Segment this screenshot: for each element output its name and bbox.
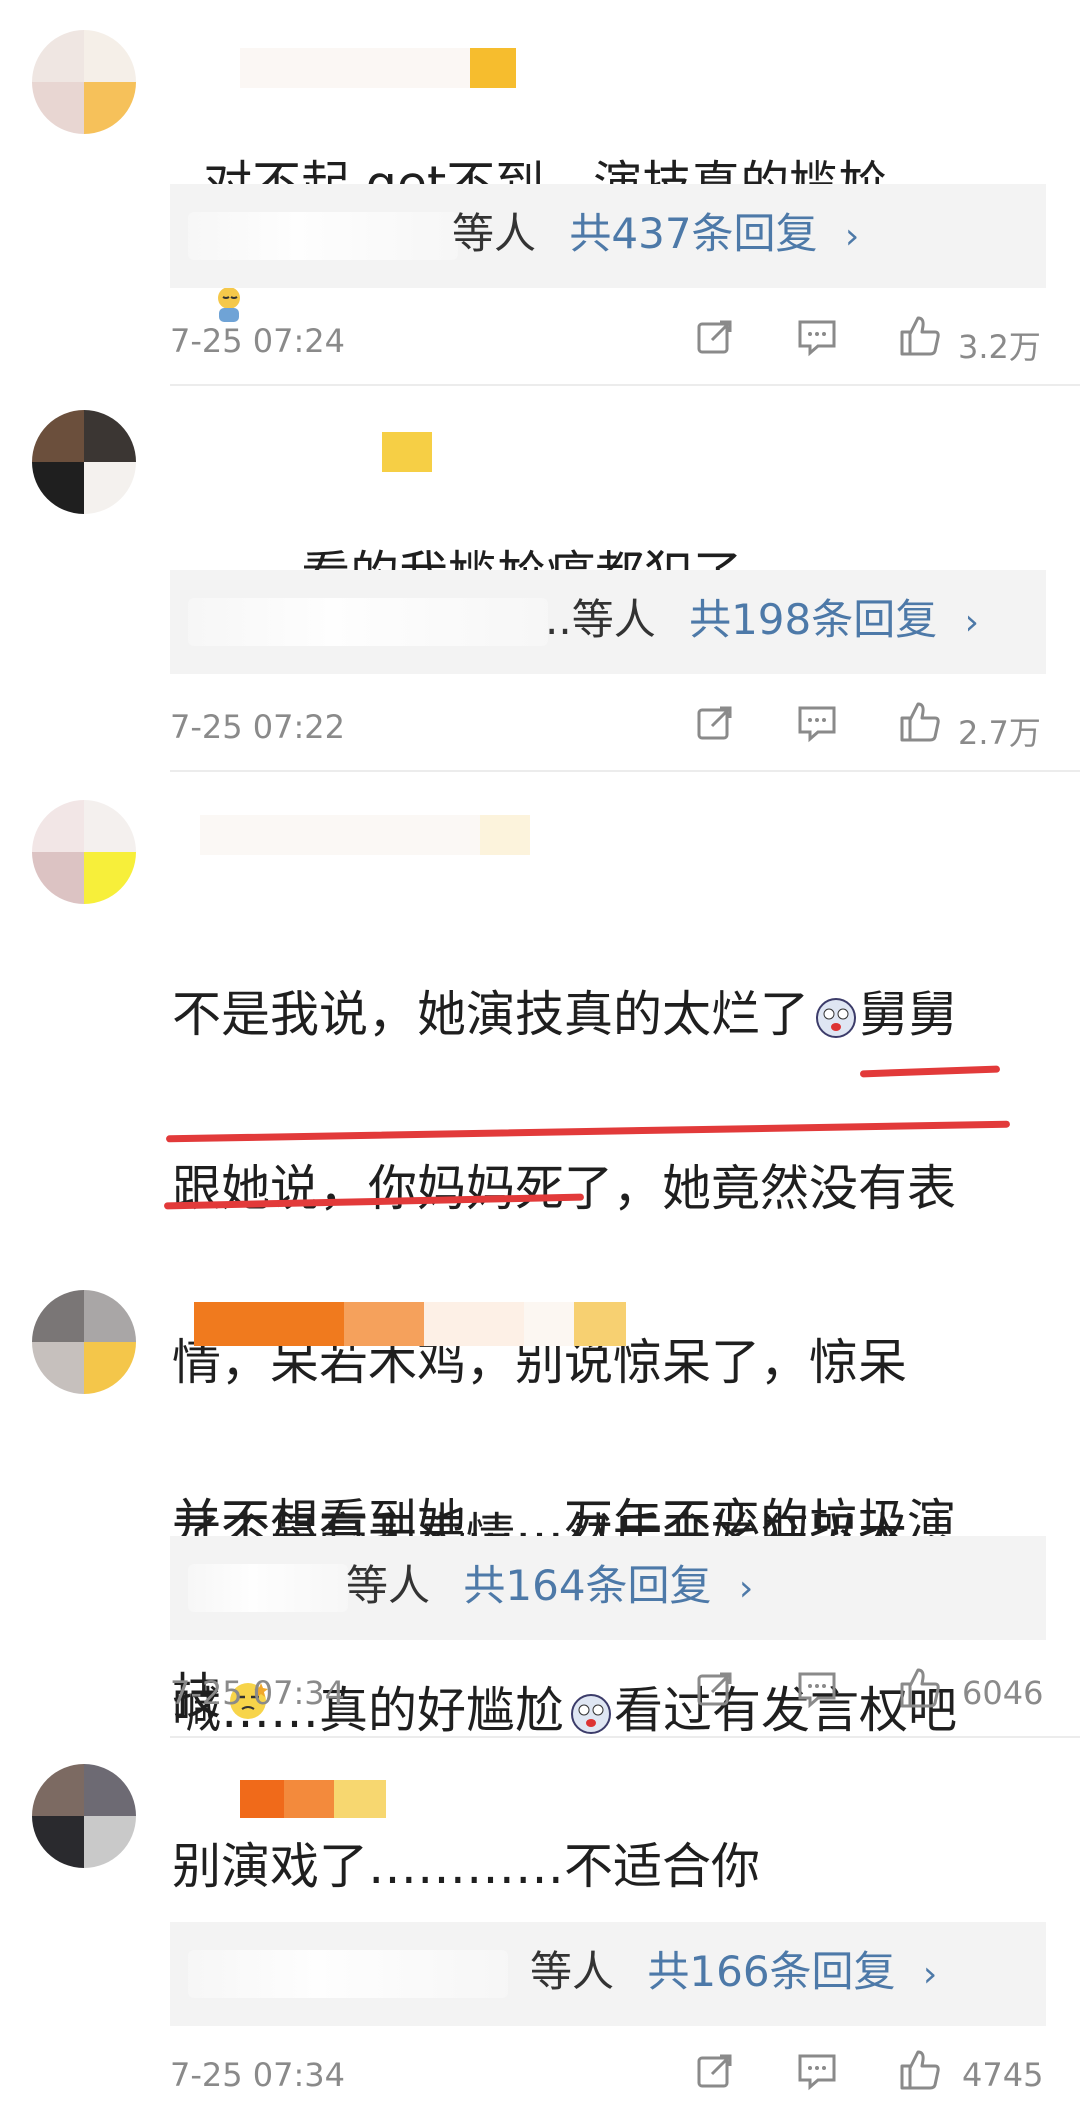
reply-users: 等人: [530, 1947, 615, 1996]
username-blurred[interactable]: [194, 1302, 626, 1346]
like-count: 4745: [962, 2056, 1044, 2094]
reply-count-link[interactable]: 共198条回复: [689, 595, 937, 644]
reply-preview[interactable]: ..等人 共198条回复 ›: [170, 570, 1046, 674]
reply-preview[interactable]: 等人 共164条回复 ›: [170, 1536, 1046, 1640]
like-icon[interactable]: [898, 314, 942, 358]
sleeping-emoji-icon: [218, 286, 241, 322]
comment-time: 7-25 07:24: [170, 322, 346, 360]
reply-preview[interactable]: 等人 共166条回复 ›: [170, 1922, 1046, 2026]
reply-count-link[interactable]: 共166条回复: [647, 1947, 895, 1996]
like-count: 3.2万: [958, 328, 1041, 366]
reply-users: ..等人: [545, 595, 656, 644]
comment-time: 7-25 07:22: [170, 708, 346, 746]
chevron-right-icon: ›: [964, 602, 979, 643]
reply-count-link[interactable]: 共437条回复: [569, 209, 817, 258]
chevron-right-icon: ›: [844, 216, 860, 257]
like-count: 2.7万: [958, 714, 1041, 752]
comment-icon[interactable]: [796, 702, 838, 744]
reply-preview[interactable]: 等人 共437条回复 ›: [170, 184, 1046, 288]
avatar[interactable]: [32, 1764, 136, 1868]
share-icon[interactable]: [694, 1668, 736, 1710]
avatar[interactable]: [32, 800, 136, 904]
username-blurred[interactable]: [382, 432, 432, 472]
shocked-emoji-icon: [816, 997, 857, 1038]
divider: [170, 770, 1080, 772]
comment-time: 7-25 07:34: [170, 2056, 346, 2094]
reply-users: 等人: [452, 209, 537, 258]
divider: [170, 384, 1080, 386]
reply-count-link[interactable]: 共164条回复: [463, 1561, 711, 1610]
username-blurred[interactable]: [200, 815, 530, 855]
like-icon[interactable]: [898, 2048, 942, 2092]
comment-icon[interactable]: [796, 2050, 838, 2092]
comment-text: 别演戏了…………不适合你: [172, 1838, 761, 1895]
chevron-right-icon: ›: [922, 1954, 938, 1995]
divider: [170, 1736, 1080, 1738]
comment-icon[interactable]: [796, 316, 838, 358]
username-blurred[interactable]: [240, 48, 530, 88]
reply-users: 等人: [346, 1561, 431, 1610]
comment-icon[interactable]: [796, 1668, 838, 1710]
avatar[interactable]: [32, 1290, 136, 1394]
avatar[interactable]: [32, 410, 136, 514]
username-blurred[interactable]: [240, 1780, 386, 1818]
like-count: 6046: [962, 1674, 1044, 1712]
share-icon[interactable]: [694, 702, 736, 744]
share-icon[interactable]: [694, 316, 736, 358]
avatar[interactable]: [32, 30, 136, 134]
chevron-right-icon: ›: [738, 1568, 754, 1609]
comment-time: 7-25 07:34: [170, 1674, 346, 1712]
share-icon[interactable]: [694, 2050, 736, 2092]
like-icon[interactable]: [898, 1666, 942, 1710]
like-icon[interactable]: [898, 700, 942, 744]
